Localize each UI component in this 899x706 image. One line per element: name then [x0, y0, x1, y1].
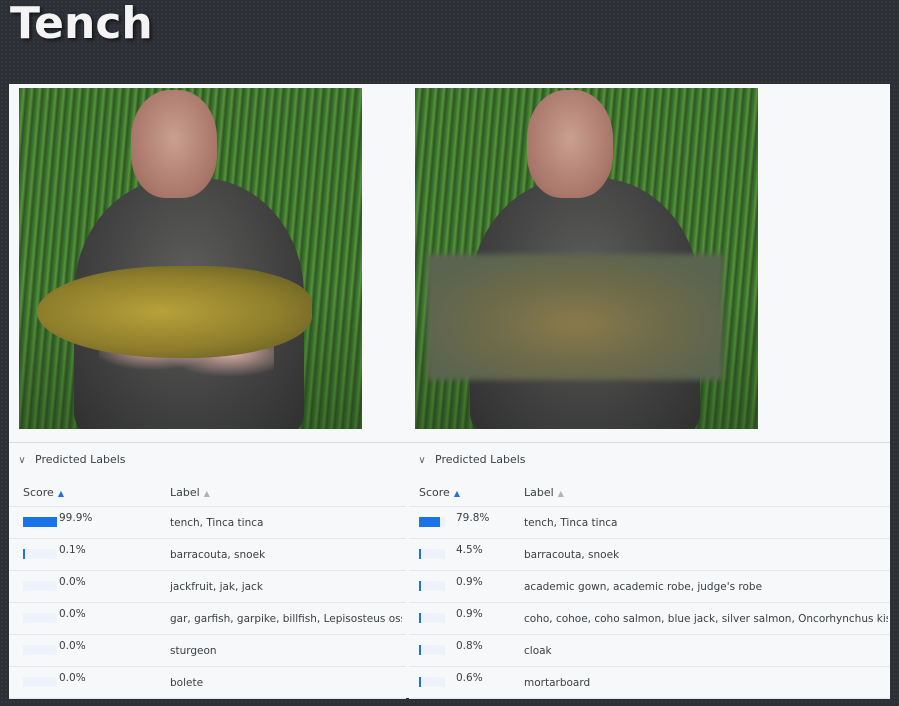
score-bar-fill	[419, 677, 421, 687]
table-header: Score ▲︎ Label ▲︎	[409, 482, 890, 502]
table-rows: 79.8% tench, Tinca tinca 4.5% barracouta, s…	[409, 506, 890, 699]
score-value: 0.8%	[456, 640, 483, 652]
sort-icon[interactable]: ▲︎	[558, 489, 564, 498]
table-row[interactable]: 0.0% gar, garfish, garpike, billfish, Lep…	[9, 603, 406, 635]
score-value: 79.8%	[456, 512, 490, 524]
score-bar-fill	[419, 645, 421, 655]
label-value: barracouta, snoek	[524, 549, 620, 561]
label-value: barracouta, snoek	[170, 549, 266, 561]
table-row[interactable]: 0.0% jackfruit, jak, jack	[9, 571, 406, 603]
table-row[interactable]: 4.5% barracouta, snoek	[409, 539, 890, 571]
score-value: 0.0%	[59, 576, 86, 588]
original-image	[19, 88, 362, 429]
score-bar-fill	[419, 549, 421, 559]
page-title: Tench	[10, 0, 153, 49]
score-bar-fill	[419, 613, 421, 623]
score-value: 0.0%	[59, 608, 86, 620]
score-value: 0.9%	[456, 576, 483, 588]
fish	[37, 266, 312, 358]
divider	[9, 442, 890, 443]
score-value: 0.0%	[59, 672, 86, 684]
sort-desc-icon[interactable]: ▲︎	[58, 489, 64, 498]
score-bar	[419, 517, 445, 527]
score-bar	[419, 645, 445, 655]
table-row[interactable]: 0.8% cloak	[409, 635, 890, 667]
score-bar	[419, 581, 445, 591]
score-bar	[23, 613, 57, 623]
table-row[interactable]: 99.9% tench, Tinca tinca	[9, 506, 406, 539]
section-header[interactable]: ∨ Predicted Labels	[9, 446, 406, 474]
table-row[interactable]: 0.0% sturgeon	[9, 635, 406, 667]
score-bar	[419, 677, 445, 687]
label-column-header[interactable]: Label ▲︎	[170, 486, 210, 499]
label-value: tench, Tinca tinca	[524, 517, 618, 529]
chevron-down-icon[interactable]: ∨	[415, 447, 429, 475]
score-value: 0.0%	[59, 640, 86, 652]
label-value: bolete	[170, 677, 204, 689]
label-value: cloak	[524, 645, 552, 657]
score-bar-fill	[419, 581, 421, 591]
label-value: academic gown, academic robe, judge's ro…	[524, 581, 763, 593]
section-title: Predicted Labels	[35, 453, 126, 466]
table-rows: 99.9% tench, Tinca tinca 0.1% barracouta, s…	[9, 506, 406, 699]
table-row[interactable]: 79.8% tench, Tinca tinca	[409, 506, 890, 539]
score-bar	[23, 581, 57, 591]
score-bar	[419, 549, 445, 559]
score-bar-fill	[23, 549, 25, 559]
sort-desc-icon[interactable]: ▲︎	[454, 489, 460, 498]
score-value: 99.9%	[59, 512, 93, 524]
blur-occlusion	[427, 254, 723, 380]
label-value: jackfruit, jak, jack	[170, 581, 263, 593]
label-value: gar, garfish, garpike, billfish, Lepisos…	[170, 613, 402, 625]
score-value: 0.6%	[456, 672, 483, 684]
score-bar	[23, 517, 57, 527]
label-value: coho, cohoe, coho salmon, blue jack, sil…	[524, 613, 888, 625]
score-bar-fill	[23, 517, 57, 527]
table-row[interactable]: 0.9% coho, cohoe, coho salmon, blue jack,…	[409, 603, 890, 635]
score-column-header[interactable]: Score ▲︎	[23, 486, 64, 499]
score-bar	[23, 677, 57, 687]
table-row[interactable]: 0.0% bolete	[9, 667, 406, 699]
results-panel: ∨ Predicted Labels Score ▲︎ Label ▲︎ 99.9% t…	[9, 84, 890, 699]
label-value: mortarboard	[524, 677, 591, 689]
score-column-header[interactable]: Score ▲︎	[419, 486, 460, 499]
sort-icon[interactable]: ▲︎	[204, 489, 210, 498]
score-bar-fill	[419, 517, 440, 527]
score-value: 4.5%	[456, 544, 483, 556]
section-header[interactable]: ∨ Predicted Labels	[409, 446, 890, 474]
table-header: Score ▲︎ Label ▲︎	[9, 482, 406, 502]
score-value: 0.9%	[456, 608, 483, 620]
table-row[interactable]: 0.9% academic gown, academic robe, judge'…	[409, 571, 890, 603]
score-bar	[23, 549, 57, 559]
occluded-image	[415, 88, 758, 429]
table-row[interactable]: 0.1% barracouta, snoek	[9, 539, 406, 571]
label-value: sturgeon	[170, 645, 217, 657]
score-value: 0.1%	[59, 544, 86, 556]
label-value: tench, Tinca tinca	[170, 517, 264, 529]
label-column-header[interactable]: Label ▲︎	[524, 486, 564, 499]
table-row[interactable]: 0.6% mortarboard	[409, 667, 890, 699]
score-bar	[23, 645, 57, 655]
section-title: Predicted Labels	[435, 453, 526, 466]
chevron-down-icon[interactable]: ∨	[15, 447, 29, 475]
score-bar	[419, 613, 445, 623]
